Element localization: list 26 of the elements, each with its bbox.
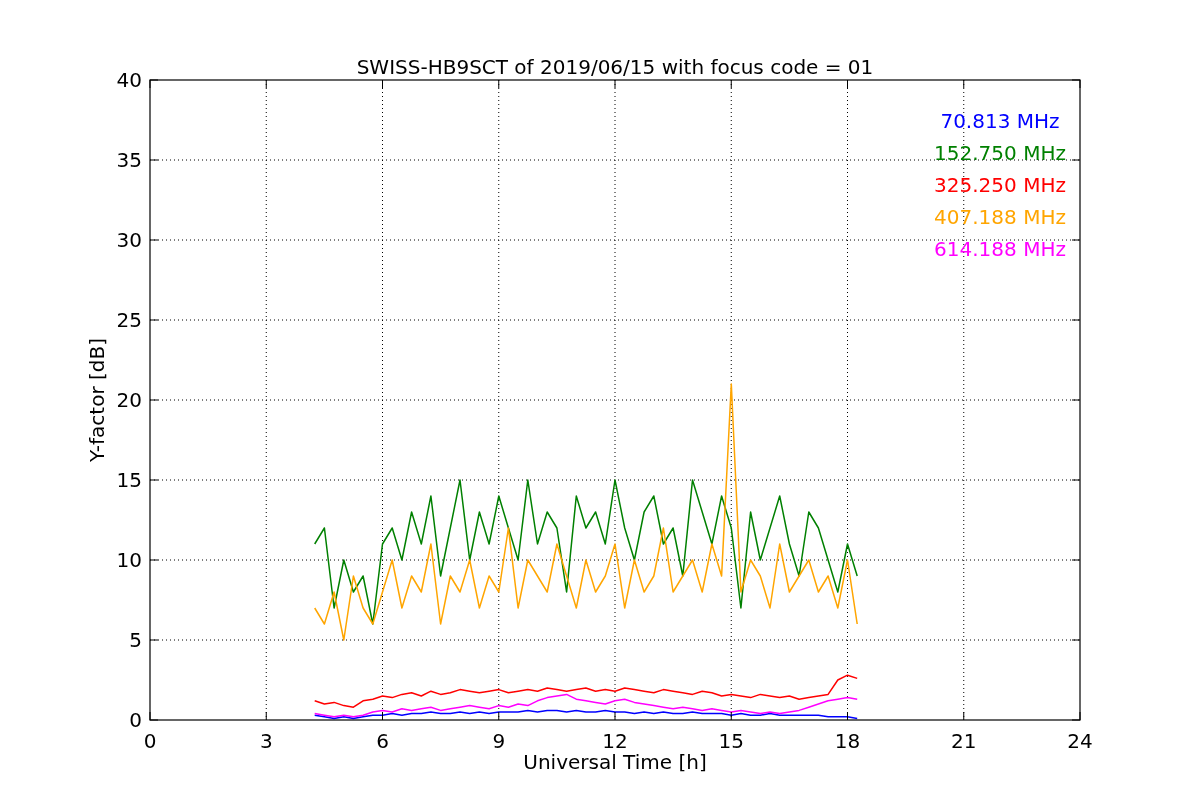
legend-label: 325.250 MHz (934, 173, 1066, 197)
y-tick-label: 40 (116, 68, 142, 92)
x-tick-label: 12 (602, 729, 628, 753)
y-tick-label: 30 (116, 228, 142, 252)
x-tick-label: 24 (1067, 729, 1093, 753)
legend-label: 152.750 MHz (934, 141, 1066, 165)
x-tick-label: 9 (492, 729, 506, 753)
legend-label: 70.813 MHz (940, 109, 1060, 133)
legend-label: 407.188 MHz (934, 205, 1066, 229)
legend-label: 614.188 MHz (934, 237, 1066, 261)
y-tick-label: 20 (116, 388, 142, 412)
y-tick-label: 10 (116, 548, 142, 572)
x-tick-label: 3 (259, 729, 273, 753)
y-tick-label: 35 (116, 148, 142, 172)
x-tick-label: 6 (376, 729, 389, 753)
x-axis-label: Universal Time [h] (523, 750, 707, 774)
x-tick-label: 21 (951, 729, 977, 753)
y-tick-label: 25 (116, 308, 142, 332)
x-tick-label: 0 (143, 729, 157, 753)
y-tick-label: 0 (129, 708, 142, 732)
chart-title: SWISS-HB9SCT of 2019/06/15 with focus code = 01 (356, 55, 874, 79)
y-tick-label: 5 (129, 628, 142, 652)
x-tick-label: 18 (834, 729, 861, 753)
y-tick-label: 15 (116, 468, 142, 492)
y-axis-label: Y-factor [dB] (85, 338, 109, 462)
x-tick-label: 15 (718, 729, 744, 753)
